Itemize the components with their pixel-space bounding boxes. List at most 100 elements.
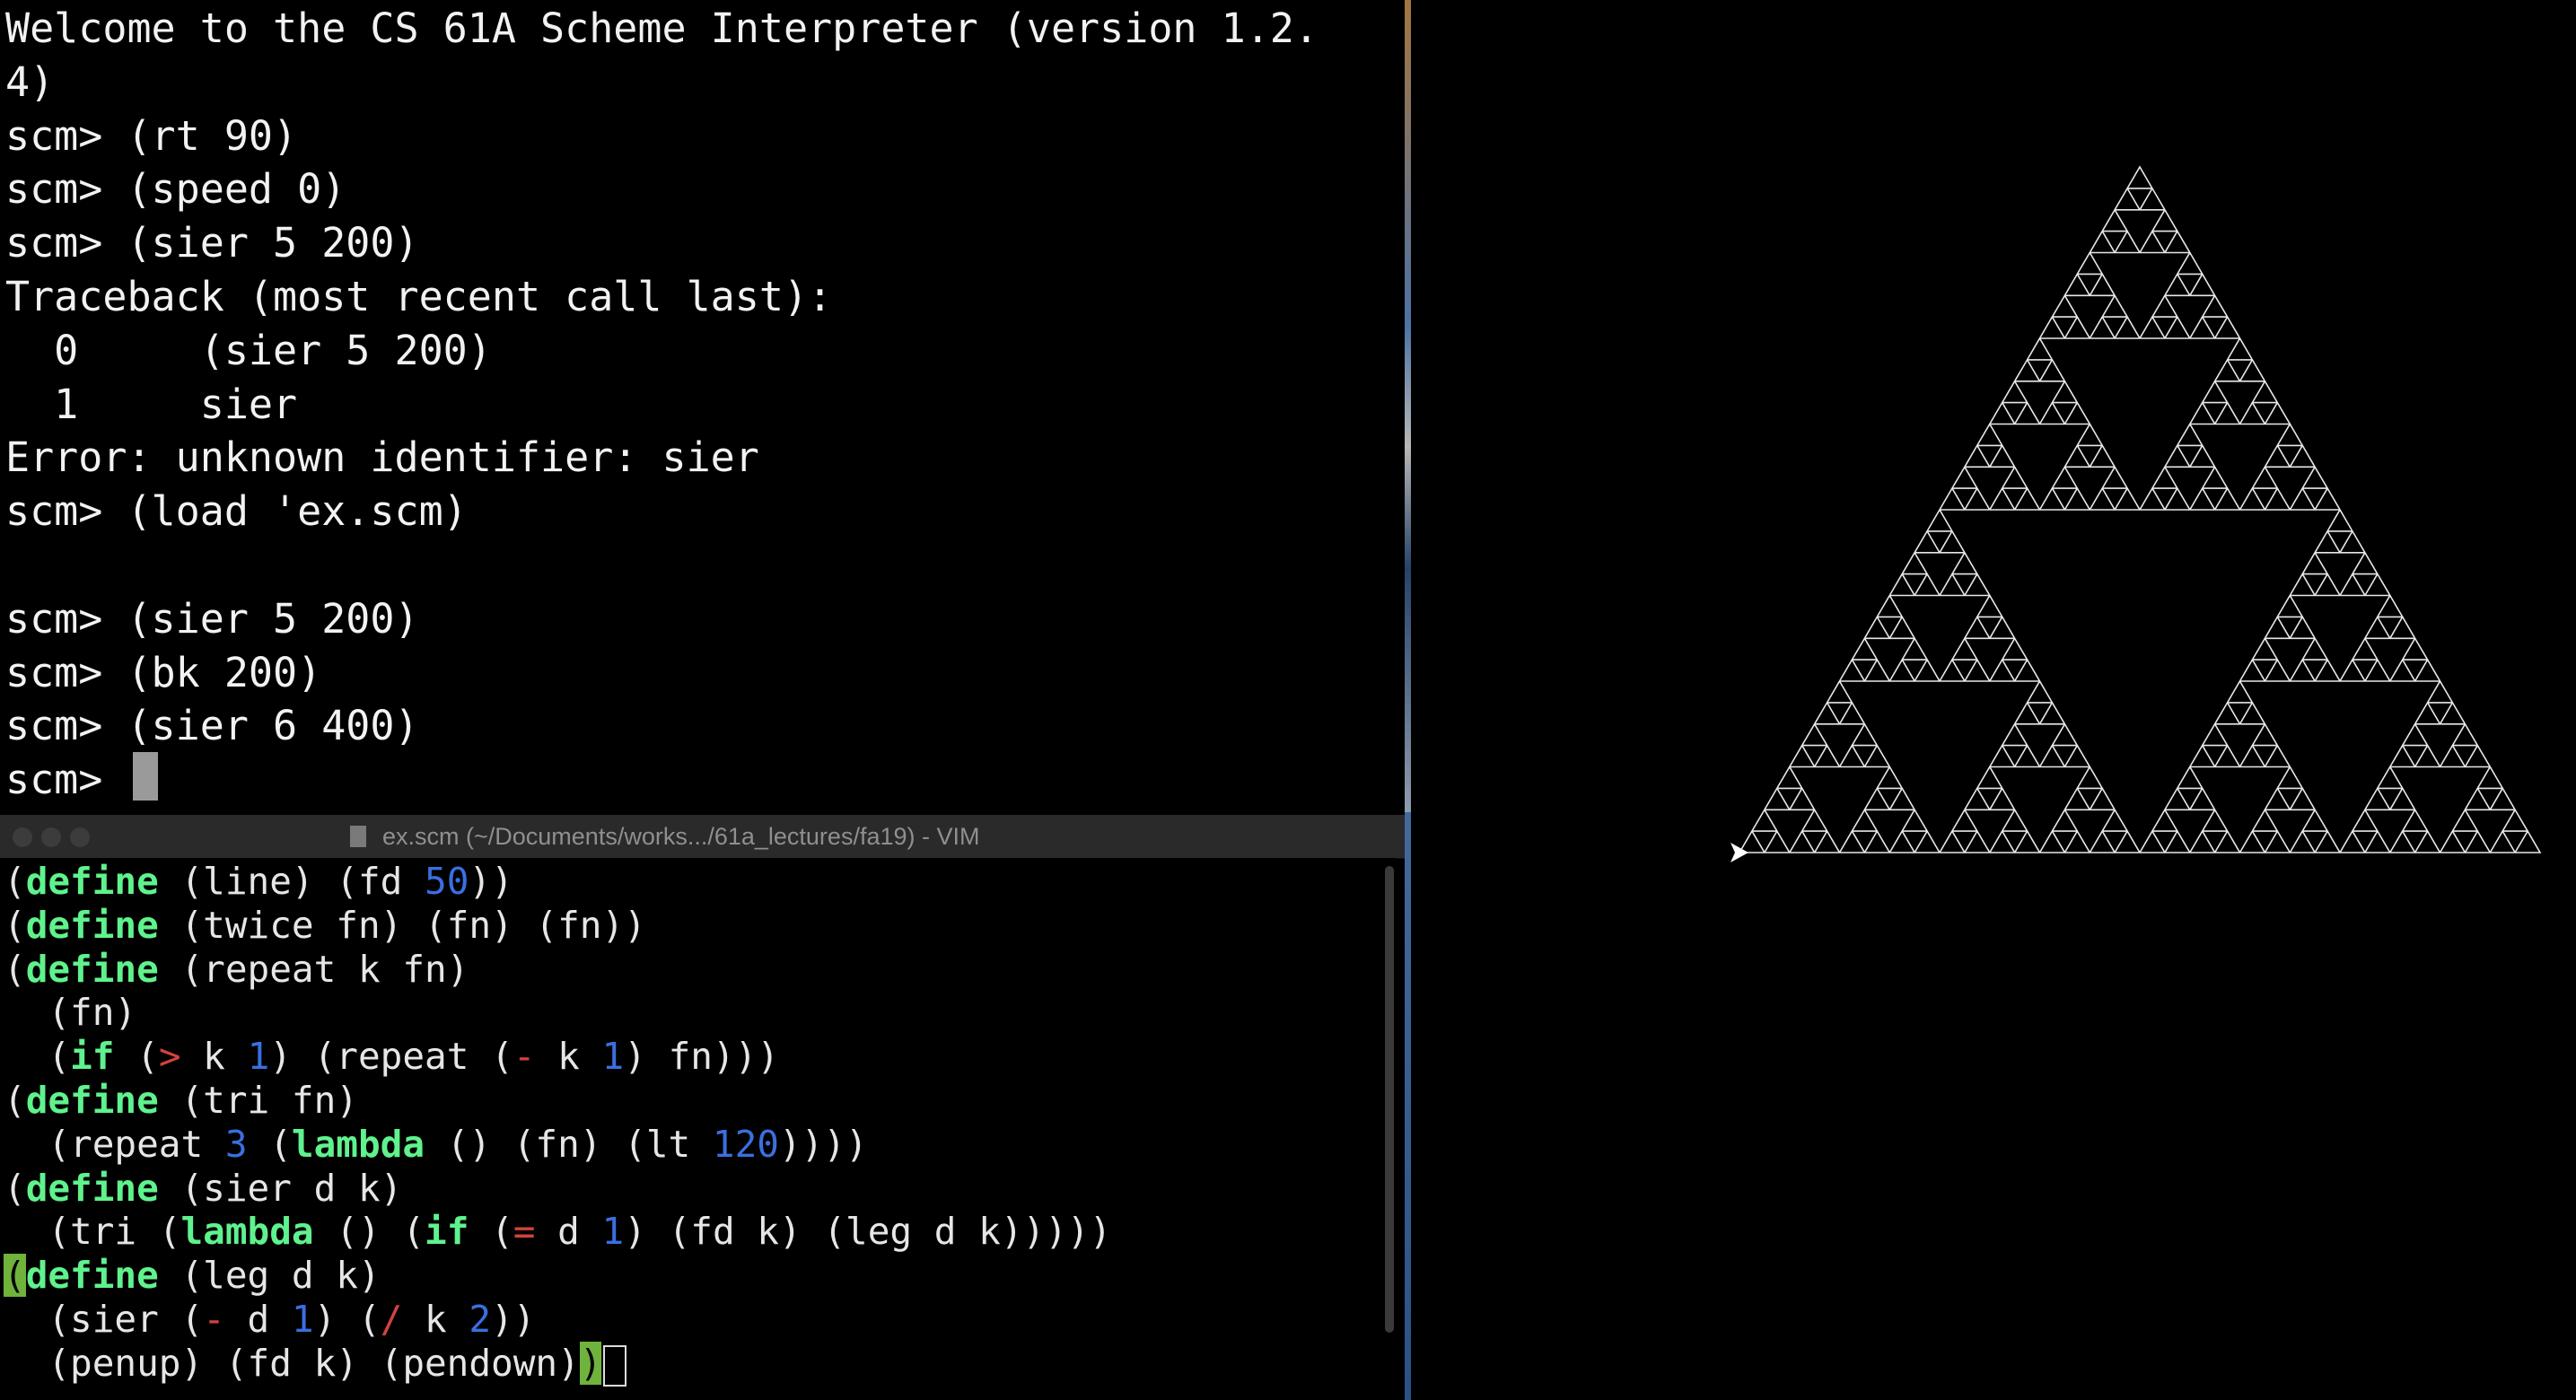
terminal-line: scm> (sier 5 200): [5, 594, 419, 643]
terminal-line: scm> (speed 0): [5, 165, 346, 214]
code-token: (: [4, 1079, 26, 1122]
code-token: (repeat k fn): [158, 947, 469, 991]
terminal-line: scm>: [5, 756, 127, 804]
code-line: (fn): [4, 991, 136, 1035]
code-token: (: [4, 1035, 71, 1079]
terminal-line: scm> (bk 200): [5, 648, 322, 696]
keyword-token: define: [25, 1254, 159, 1298]
document-icon: [350, 826, 366, 847]
code-token: (line) (fd: [158, 860, 425, 903]
keyword-token: define: [25, 860, 159, 903]
keyword-token: lambda: [180, 1210, 314, 1254]
vim-cursor: [603, 1344, 627, 1387]
operator-token: /: [380, 1298, 403, 1341]
code-token: (sier (: [4, 1298, 204, 1341]
scheme-terminal[interactable]: Welcome to the CS 61A Scheme Interpreter…: [0, 0, 1409, 812]
keyword-token: define: [25, 1166, 159, 1210]
vim-window-title: ex.scm (~/Documents/works.../61a_lecture…: [382, 823, 980, 850]
terminal-line: Welcome to the CS 61A Scheme Interpreter…: [5, 4, 1319, 52]
code-token: (: [469, 1210, 513, 1254]
terminal-scrollbar[interactable]: [1405, 0, 1411, 812]
terminal-line: Traceback (most recent call last):: [5, 273, 833, 320]
terminal-line: scm> (sier 5 200): [5, 219, 419, 267]
code-token: k: [535, 1035, 602, 1079]
keyword-token: define: [25, 947, 159, 991]
turtle-cursor-icon: [1730, 843, 1748, 862]
code-token: d: [535, 1210, 602, 1254]
code-line: (define (repeat k fn): [4, 948, 469, 992]
code-token: (: [4, 860, 26, 903]
code-token: (: [4, 903, 26, 947]
code-token: (: [114, 1035, 159, 1079]
turtle-graphics-canvas: [1424, 0, 2576, 1400]
number-token: 1: [247, 1035, 270, 1079]
code-token: (leg d k): [158, 1254, 381, 1298]
code-token: )): [491, 1298, 536, 1341]
terminal-line: Error: unknown identifier: sier: [5, 433, 759, 482]
vim-scrollbar[interactable]: [1385, 866, 1394, 1333]
terminal-line: scm> (load 'ex.scm): [5, 487, 468, 536]
close-window-button[interactable]: [13, 827, 32, 847]
keyword-token: define: [25, 1079, 159, 1122]
code-token: ) (: [313, 1298, 381, 1341]
vim-titlebar[interactable]: ex.scm (~/Documents/works.../61a_lecture…: [0, 815, 1405, 859]
number-token: 50: [425, 860, 469, 903]
matching-paren: ): [579, 1341, 602, 1385]
terminal-line: 4): [5, 57, 55, 106]
code-token: k: [402, 1298, 469, 1341]
code-token: (fn): [4, 991, 137, 1035]
minimize-window-button[interactable]: [41, 827, 61, 847]
operator-token: -: [203, 1298, 225, 1341]
number-token: 1: [601, 1035, 625, 1079]
sierpinski-drawing: [1730, 165, 2542, 862]
sierpinski-path: [1738, 165, 2542, 853]
terminal-line: 0 (sier 5 200): [5, 326, 492, 374]
code-line: (penup) (fd k) (pendown)): [4, 1341, 627, 1387]
keyword-token: lambda: [291, 1122, 425, 1166]
code-line: (define (sier d k): [4, 1167, 402, 1211]
code-line: (tri (lambda () (if (= d 1) (fd k) (leg …: [4, 1210, 1111, 1254]
keyword-token: if: [425, 1210, 469, 1254]
code-line: (repeat 3 (lambda () (fn) (lt 120)))): [4, 1122, 868, 1167]
code-line: (if (> k 1) (repeat (- k 1) fn))): [4, 1035, 779, 1079]
code-token: (sier d k): [158, 1166, 403, 1210]
code-line: (define (twice fn) (fn) (fn)): [4, 904, 646, 948]
operator-token: >: [158, 1035, 181, 1079]
number-token: 120: [712, 1122, 779, 1166]
operator-token: =: [513, 1210, 536, 1254]
pane-divider: [1405, 812, 1411, 1400]
number-token: 1: [601, 1210, 625, 1254]
code-token: )): [469, 860, 513, 903]
code-token: (tri (: [4, 1210, 181, 1254]
terminal-line: 1 sier: [5, 380, 298, 428]
number-token: 1: [291, 1298, 314, 1341]
operator-token: -: [513, 1035, 536, 1079]
keyword-token: define: [25, 903, 159, 947]
code-token: () (: [313, 1210, 425, 1254]
code-token: (: [4, 947, 26, 991]
code-token: (twice fn) (fn) (fn)): [158, 903, 646, 947]
code-token: k: [180, 1035, 248, 1079]
number-token: 2: [469, 1298, 492, 1341]
zoom-window-button[interactable]: [70, 827, 90, 847]
terminal-line: scm> (sier 6 400): [5, 702, 419, 750]
terminal-cursor: [133, 752, 158, 801]
code-token: d: [224, 1298, 292, 1341]
code-token: () (fn) (lt: [425, 1122, 713, 1166]
number-token: 3: [224, 1122, 248, 1166]
code-token: )))): [778, 1122, 868, 1166]
code-token: ) (fd k) (leg d k))))): [624, 1210, 1112, 1254]
code-line: (sier (- d 1) (/ k 2)): [4, 1298, 535, 1342]
terminal-line: scm> (rt 90): [5, 111, 298, 160]
code-token: (: [247, 1122, 292, 1166]
matching-paren: (: [4, 1254, 26, 1298]
code-line: (define (line) (fd 50)): [4, 860, 513, 904]
vim-editor[interactable]: (define (line) (fd 50)) (define (twice fn…: [0, 858, 1396, 1400]
code-line: (define (tri fn): [4, 1079, 358, 1123]
code-token: ) fn))): [624, 1035, 780, 1079]
code-token: (tri fn): [158, 1079, 358, 1122]
code-token: ) (repeat (: [269, 1035, 513, 1079]
code-token: (: [4, 1166, 26, 1210]
code-token: (penup) (fd k) (pendown): [4, 1341, 580, 1385]
code-token: (repeat: [4, 1122, 225, 1166]
